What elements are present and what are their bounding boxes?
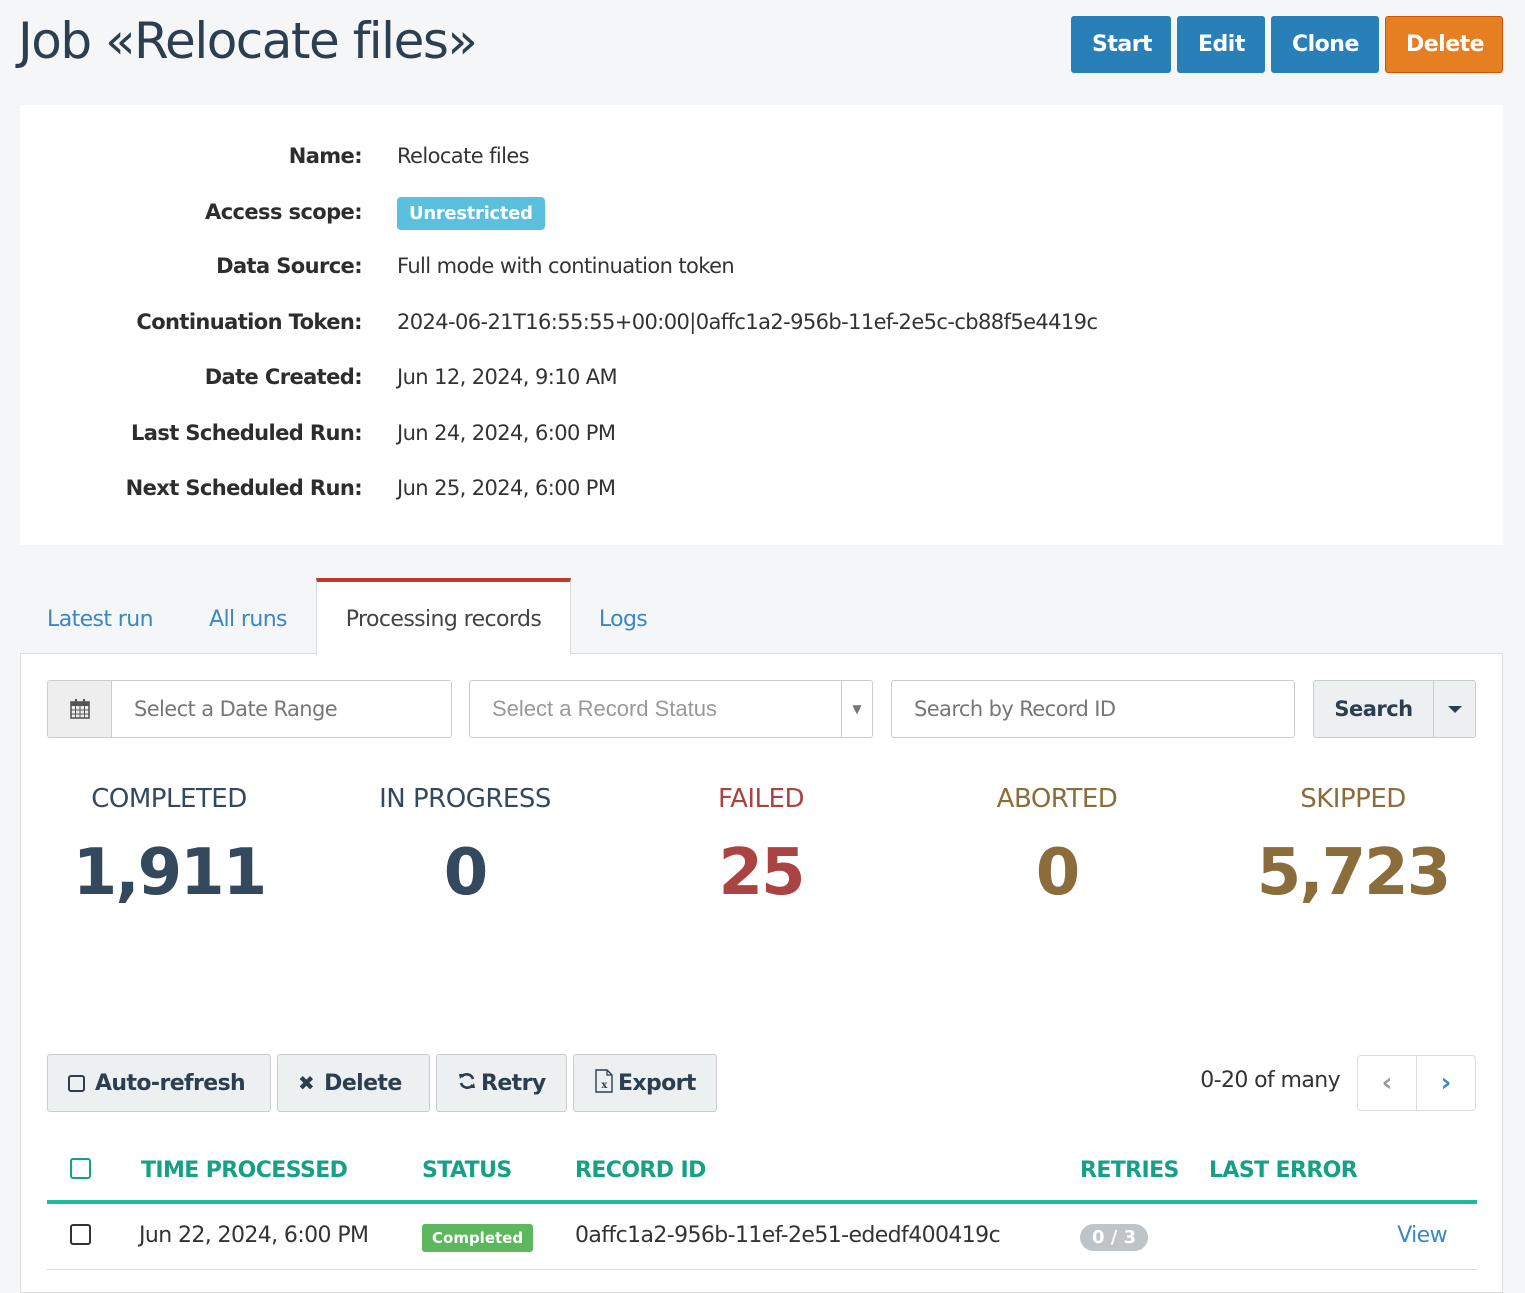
detail-value: 2024-06-21T16:55:55+00:00|0affc1a2-956b-… xyxy=(397,310,1098,334)
delete-label: Delete xyxy=(324,1070,402,1096)
clone-button[interactable]: Clone xyxy=(1271,16,1379,73)
job-actions: Start Edit Clone Delete xyxy=(1071,16,1503,73)
detail-label: Data Source: xyxy=(216,254,362,278)
record-id-search-input[interactable] xyxy=(892,681,1294,737)
detail-label: Name: xyxy=(288,144,363,168)
stat-skipped: SKIPPED 5,723 xyxy=(1205,784,1501,910)
detail-label: Continuation Token: xyxy=(136,310,362,334)
record-status-placeholder: Select a Record Status xyxy=(492,696,718,721)
job-details-card: Name: Relocate files Access scope: Unres… xyxy=(20,105,1503,545)
excel-file-icon: x xyxy=(594,1068,614,1098)
delete-job-button[interactable]: Delete xyxy=(1385,16,1503,73)
select-all-checkbox[interactable] xyxy=(70,1158,91,1179)
detail-value: Jun 25, 2024, 6:00 PM xyxy=(397,476,616,500)
table-row: Jun 22, 2024, 6:00 PM Completed 0affc1a2… xyxy=(47,1204,1477,1270)
column-record-id[interactable]: RECORD ID xyxy=(575,1158,706,1183)
detail-last-run: Last Scheduled Run: Jun 24, 2024, 6:00 P… xyxy=(20,418,1503,448)
pagination: ‹ › xyxy=(1357,1055,1476,1111)
tab-latest-run[interactable]: Latest run xyxy=(20,578,180,654)
time-processed-cell: Jun 22, 2024, 6:00 PM xyxy=(139,1223,369,1248)
date-range-picker[interactable] xyxy=(47,680,452,738)
stat-completed: COMPLETED 1,911 xyxy=(21,784,317,910)
caret-down-icon xyxy=(1447,705,1462,713)
stat-value: 1,911 xyxy=(72,836,267,910)
row-checkbox[interactable] xyxy=(70,1224,91,1245)
refresh-icon xyxy=(457,1071,477,1096)
delete-records-button[interactable]: ✖ Delete xyxy=(277,1054,430,1112)
stat-value: 0 xyxy=(1035,836,1081,910)
column-retries[interactable]: RETRIES xyxy=(1080,1158,1179,1183)
detail-value: Jun 24, 2024, 6:00 PM xyxy=(397,421,616,445)
search-button[interactable]: Search xyxy=(1314,681,1433,737)
detail-next-run: Next Scheduled Run: Jun 25, 2024, 6:00 P… xyxy=(20,473,1503,503)
detail-value: Jun 12, 2024, 9:10 AM xyxy=(397,365,618,389)
column-last-error[interactable]: LAST ERROR xyxy=(1209,1158,1358,1183)
search-button-group: Search xyxy=(1313,680,1476,738)
retries-badge: 0 / 3 xyxy=(1080,1224,1149,1251)
auto-refresh-button[interactable]: Auto-refresh xyxy=(47,1054,271,1112)
detail-value: Full mode with continuation token xyxy=(397,254,735,278)
detail-label: Date Created: xyxy=(204,365,363,389)
view-record-link[interactable]: View xyxy=(1397,1223,1447,1248)
date-range-input[interactable] xyxy=(112,681,451,737)
stat-label: COMPLETED xyxy=(91,784,247,814)
detail-label: Next Scheduled Run: xyxy=(125,476,363,500)
export-label: Export xyxy=(618,1070,696,1096)
stat-label: FAILED xyxy=(718,784,804,814)
stat-value: 5,723 xyxy=(1256,836,1451,910)
tab-logs[interactable]: Logs xyxy=(571,578,675,654)
pagination-summary: 0-20 of many xyxy=(1200,1068,1340,1093)
stat-label: SKIPPED xyxy=(1300,784,1406,814)
page-title: Job «Relocate files» xyxy=(18,12,478,70)
calendar-icon[interactable] xyxy=(48,681,112,737)
record-status-select[interactable]: Select a Record Status ▼ xyxy=(469,680,873,738)
search-options-toggle[interactable] xyxy=(1433,681,1475,737)
records-table: TIME PROCESSED STATUS RECORD ID RETRIES … xyxy=(47,1144,1477,1270)
stat-failed: FAILED 25 xyxy=(613,784,909,910)
stat-aborted: ABORTED 0 xyxy=(909,784,1205,910)
start-button[interactable]: Start xyxy=(1071,16,1171,73)
column-status[interactable]: STATUS xyxy=(422,1158,512,1183)
retry-button[interactable]: Retry xyxy=(436,1054,567,1112)
chevron-right-icon[interactable]: › xyxy=(1417,1056,1475,1110)
detail-date-created: Date Created: Jun 12, 2024, 9:10 AM xyxy=(20,362,1503,392)
times-icon: ✖ xyxy=(298,1071,315,1095)
checkbox-icon xyxy=(68,1074,85,1092)
tab-all-runs[interactable]: All runs xyxy=(180,578,316,654)
dropdown-arrow-icon[interactable]: ▼ xyxy=(841,681,872,737)
svg-text:x: x xyxy=(601,1080,608,1091)
access-scope-badge: Unrestricted xyxy=(397,197,545,230)
stat-value: 25 xyxy=(718,836,805,910)
table-header: TIME PROCESSED STATUS RECORD ID RETRIES … xyxy=(47,1144,1477,1204)
detail-name: Name: Relocate files xyxy=(20,141,1503,171)
detail-value-wrapper: Unrestricted xyxy=(397,197,545,230)
record-id-search xyxy=(891,680,1295,738)
edit-button[interactable]: Edit xyxy=(1177,16,1265,73)
detail-data-source: Data Source: Full mode with continuation… xyxy=(20,251,1503,281)
column-time-processed[interactable]: TIME PROCESSED xyxy=(141,1158,348,1183)
detail-label: Last Scheduled Run: xyxy=(130,421,363,445)
tab-bar: Latest run All runs Processing records L… xyxy=(20,578,675,655)
stat-label: ABORTED xyxy=(996,784,1118,814)
processing-records-panel: Select a Record Status ▼ Search COMPLETE… xyxy=(20,653,1503,1293)
detail-access-scope: Access scope: Unrestricted xyxy=(20,197,1503,230)
record-id-cell: 0affc1a2-956b-11ef-2e51-ededf400419c xyxy=(575,1223,1001,1248)
detail-label: Access scope: xyxy=(205,200,363,224)
detail-continuation-token: Continuation Token: 2024-06-21T16:55:55+… xyxy=(20,307,1503,337)
chevron-left-icon[interactable]: ‹ xyxy=(1358,1056,1417,1110)
status-badge: Completed xyxy=(422,1224,534,1252)
export-button[interactable]: x Export xyxy=(573,1054,717,1112)
stat-value: 0 xyxy=(443,836,489,910)
records-actions: Auto-refresh ✖ Delete Retry x Export xyxy=(47,1054,717,1112)
stat-in-progress: IN PROGRESS 0 xyxy=(317,784,613,910)
auto-refresh-label: Auto-refresh xyxy=(95,1070,246,1096)
detail-value: Relocate files xyxy=(397,144,530,168)
stat-label: IN PROGRESS xyxy=(379,784,551,814)
retry-label: Retry xyxy=(481,1070,546,1096)
tab-processing-records[interactable]: Processing records xyxy=(316,578,571,655)
